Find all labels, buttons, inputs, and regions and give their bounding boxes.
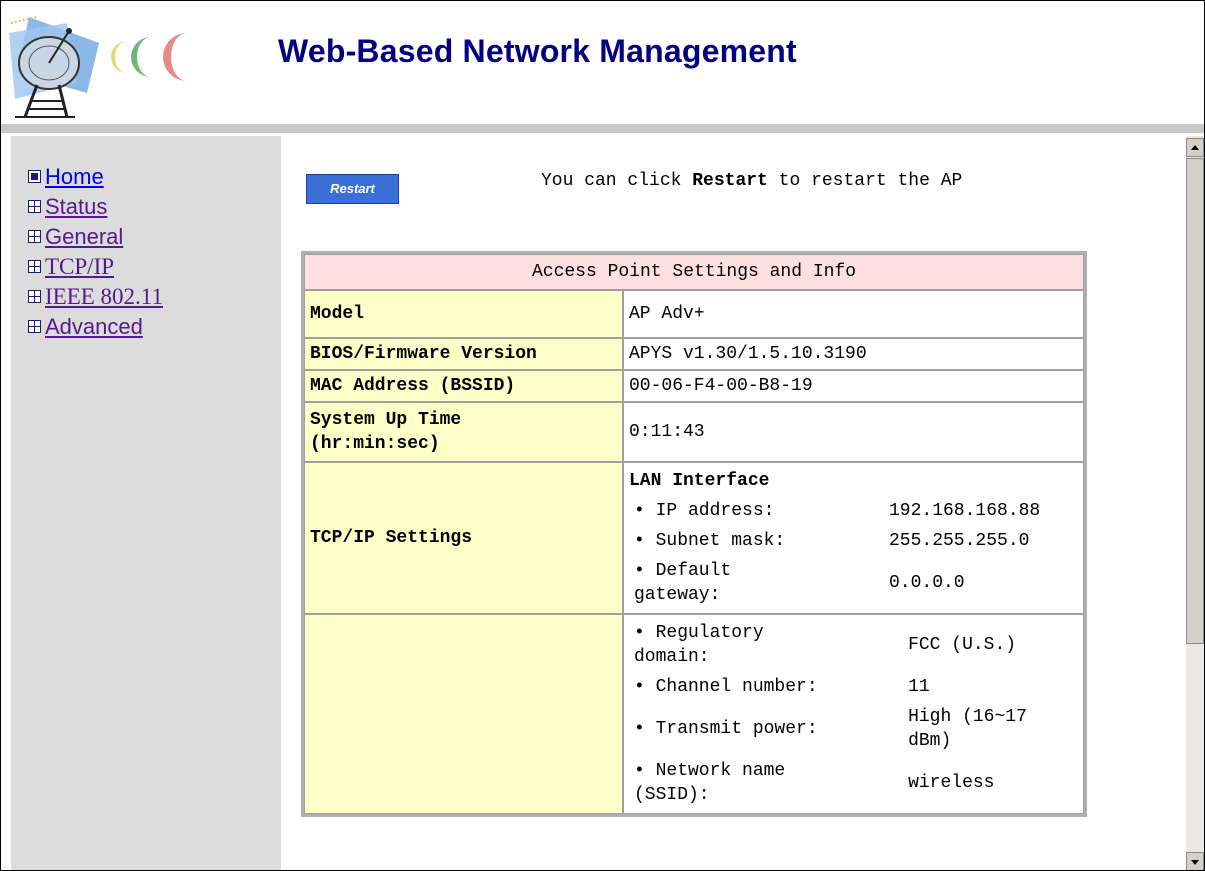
table-row: TCP/IP Settings LAN Interface • IP addre… (304, 462, 1084, 614)
sidebar-link-tcpip[interactable]: TCP/IP (45, 254, 114, 279)
wireless-value: High (16~17 dBm) (908, 707, 1027, 751)
table-title: Access Point Settings and Info (304, 254, 1084, 290)
sidebar-link-advanced[interactable]: Advanced (45, 314, 143, 339)
satellite-dish-logo-icon (9, 16, 99, 118)
expand-plus-icon[interactable] (28, 199, 41, 213)
header-divider (1, 124, 1204, 133)
sidebar-link-general[interactable]: General (45, 224, 123, 249)
row-value-model: AP Adv+ (623, 290, 1084, 338)
lan-interface-heading: LAN Interface (629, 471, 770, 491)
hint-text-bold: Restart (692, 171, 768, 191)
table-row: BIOS/Firmware Version APYS v1.30/1.5.10.… (304, 338, 1084, 370)
table-row: • Regulatory domain: FCC (U.S.) • Channel… (304, 614, 1084, 814)
sidebar-item-ieee80211[interactable]: IEEE 802.11 (28, 282, 163, 312)
tcpip-value: 192.168.168.88 (889, 501, 1041, 521)
scroll-up-arrow-icon[interactable] (1186, 138, 1204, 157)
wireless-value: 11 (908, 677, 930, 697)
list-item: • IP address: 192.168.168.88 (629, 496, 1078, 526)
table-title-row: Access Point Settings and Info (304, 254, 1084, 290)
scrollbar-thumb[interactable] (1186, 158, 1204, 644)
wireless-key: • Regulatory domain: (634, 623, 764, 667)
table-row: Model AP Adv+ (304, 290, 1084, 338)
tcpip-subtable: • IP address: 192.168.168.88 • Subnet mas… (629, 496, 1078, 610)
tcpip-value: 255.255.255.0 (889, 531, 1030, 551)
wireless-key: • Transmit power: (634, 719, 818, 739)
restart-hint: You can click Restart to restart the AP (541, 167, 1081, 195)
sidebar-item-status[interactable]: Status (28, 192, 163, 222)
row-value-tcpip: LAN Interface • IP address: 192.168.168.8… (623, 462, 1084, 614)
sidebar-link-status[interactable]: Status (45, 194, 107, 219)
wireless-key: • Network name (SSID): (634, 761, 786, 805)
tcpip-key: • Default gateway: (634, 561, 732, 605)
sidebar-item-advanced[interactable]: Advanced (28, 312, 163, 342)
sidebar-link-home[interactable]: Home (45, 164, 104, 189)
collapse-box-icon[interactable] (28, 169, 41, 183)
vertical-scrollbar[interactable] (1186, 136, 1204, 870)
row-label-firmware: BIOS/Firmware Version (304, 338, 623, 370)
ap-settings-table: Access Point Settings and Info Model AP … (301, 251, 1087, 817)
page-title: Web-Based Network Management (278, 33, 797, 69)
list-item: • Transmit power: High (16~17 dBm) (629, 702, 1078, 756)
tcpip-key: • IP address: (634, 501, 775, 521)
row-label-wireless (304, 614, 623, 814)
row-value-wireless: • Regulatory domain: FCC (U.S.) • Channel… (623, 614, 1084, 814)
scroll-down-arrow-icon[interactable] (1186, 852, 1204, 870)
sidebar-item-general[interactable]: General (28, 222, 163, 252)
list-item: • Channel number: 11 (629, 672, 1078, 702)
wireless-key: • Channel number: (634, 677, 818, 697)
list-item: • Subnet mask: 255.255.255.0 (629, 526, 1078, 556)
uptime-label-line1: System Up Time (310, 410, 462, 430)
hint-text-pre: You can click (541, 171, 693, 191)
sidebar-item-home[interactable]: Home (28, 162, 163, 192)
list-item: • Network name (SSID): wireless (629, 756, 1078, 810)
list-item: • Regulatory domain: FCC (U.S.) (629, 618, 1078, 672)
list-item: • Default gateway: 0.0.0.0 (629, 556, 1078, 610)
wireless-value: FCC (U.S.) (908, 635, 1017, 655)
sidebar-nav: Home Status General TCP/IP IEEE 802.11 A… (28, 162, 163, 342)
expand-plus-icon[interactable] (28, 229, 41, 243)
row-label-mac: MAC Address (BSSID) (304, 370, 623, 402)
row-label-model: Model (304, 290, 623, 338)
sidebar: Home Status General TCP/IP IEEE 802.11 A… (11, 136, 281, 870)
tcpip-key: • Subnet mask: (634, 531, 786, 551)
page-header: Web-Based Network Management (1, 1, 1204, 124)
row-value-firmware: APYS v1.30/1.5.10.3190 (623, 338, 1084, 370)
sidebar-item-tcpip[interactable]: TCP/IP (28, 252, 163, 282)
table-row: System Up Time (hr:min:sec) 0:11:43 (304, 402, 1084, 462)
row-label-uptime: System Up Time (hr:min:sec) (304, 402, 623, 462)
uptime-label-line2: (hr:min:sec) (310, 434, 440, 454)
table-row: MAC Address (BSSID) 00-06-F4-00-B8-19 (304, 370, 1084, 402)
expand-plus-icon[interactable] (28, 319, 41, 333)
crescent-decoration-icon (111, 33, 187, 81)
row-value-mac: 00-06-F4-00-B8-19 (623, 370, 1084, 402)
row-value-uptime: 0:11:43 (623, 402, 1084, 462)
restart-button[interactable]: Restart (306, 174, 399, 204)
expand-plus-icon[interactable] (28, 259, 41, 273)
wireless-value: wireless (908, 773, 995, 793)
sidebar-link-ieee80211[interactable]: IEEE 802.11 (45, 284, 163, 309)
row-label-tcpip: TCP/IP Settings (304, 462, 623, 614)
wireless-subtable: • Regulatory domain: FCC (U.S.) • Channel… (629, 618, 1078, 810)
expand-plus-icon[interactable] (28, 289, 41, 303)
browser-frame: Web-Based Network Management Home Status… (0, 0, 1205, 871)
tcpip-value: 0.0.0.0 (889, 573, 965, 593)
hint-text-post: to restart the AP (767, 171, 963, 191)
